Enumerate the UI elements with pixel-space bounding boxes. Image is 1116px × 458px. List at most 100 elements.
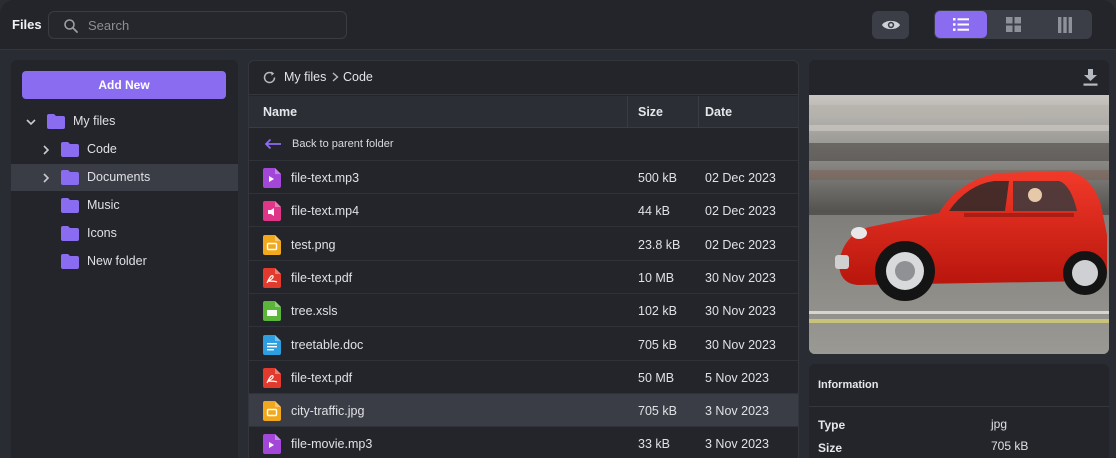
columns-icon (1058, 16, 1072, 33)
preview-panel (809, 60, 1109, 354)
table-row[interactable]: file-movie.mp3 33 kB 3 Nov 2023 (249, 427, 798, 458)
file-name: file-text.pdf (291, 370, 353, 385)
image-file-icon (263, 234, 281, 255)
info-key-type: Type (818, 418, 846, 432)
file-list-panel: My files Code Name Size Date Back to par… (248, 60, 799, 458)
folder-icon (61, 254, 79, 269)
table-row[interactable]: file-text.pdf 10 MB 30 Nov 2023 (249, 261, 798, 294)
column-divider[interactable] (698, 96, 699, 128)
breadcrumb: My files Code (249, 61, 798, 95)
table-header: Name Size Date (249, 96, 798, 128)
file-date: 02 Dec 2023 (705, 171, 776, 185)
chevron-down-icon[interactable] (25, 116, 37, 128)
information-panel: Information Type jpg Size 705 kB (809, 364, 1109, 458)
tree-item-my-files[interactable]: My files (11, 108, 238, 135)
file-size: 23.8 kB (638, 237, 681, 252)
breadcrumb-item-code[interactable]: Code (343, 70, 373, 84)
file-name: file-movie.mp3 (291, 437, 373, 452)
folder-icon (47, 114, 65, 129)
file-size: 705 kB (638, 337, 677, 352)
sidebar: Add New My files Code Documents Music Ic… (11, 60, 238, 458)
file-size: 50 MB (638, 370, 675, 385)
column-header-date[interactable]: Date (705, 105, 732, 119)
pdf-file-icon (263, 367, 281, 388)
back-to-parent-row[interactable]: Back to parent folder (249, 128, 798, 161)
arrow-left-icon (264, 138, 281, 150)
file-date: 30 Nov 2023 (705, 270, 776, 285)
audio-file-icon (263, 168, 281, 188)
back-to-parent-label: Back to parent folder (292, 138, 394, 150)
table-row[interactable]: treetable.doc 705 kB 30 Nov 2023 (249, 328, 798, 361)
tree-item-label: New folder (87, 254, 147, 268)
table-row[interactable]: test.png 23.8 kB 02 Dec 2023 (249, 228, 798, 261)
tree-item-icons[interactable]: Icons (11, 220, 238, 247)
file-name: city-traffic.jpg (291, 404, 365, 419)
tree-item-label: My files (73, 114, 116, 128)
information-title: Information (818, 379, 879, 391)
folder-icon (61, 170, 79, 185)
column-header-name[interactable]: Name (263, 105, 297, 119)
file-date: 30 Nov 2023 (705, 304, 776, 319)
chevron-right-icon[interactable] (40, 172, 52, 184)
file-size: 705 kB (638, 404, 677, 419)
breadcrumb-item-my-files[interactable]: My files (284, 70, 326, 84)
image-file-icon (263, 401, 281, 422)
file-name: treetable.doc (291, 337, 364, 352)
file-size: 33 kB (638, 437, 670, 452)
file-date: 02 Dec 2023 (705, 237, 776, 252)
pdf-file-icon (263, 267, 281, 288)
file-name: file-text.pdf (291, 270, 353, 285)
refresh-icon[interactable] (262, 70, 277, 85)
file-date: 3 Nov 2023 (705, 437, 769, 452)
search-icon (64, 19, 78, 33)
file-size: 10 MB (638, 270, 675, 285)
table-row[interactable]: file-text.mp3 500 kB 02 Dec 2023 (249, 161, 798, 194)
eye-icon (881, 20, 900, 30)
file-name: file-text.mp4 (291, 204, 360, 219)
folder-icon (61, 226, 79, 241)
list-view-button[interactable] (935, 11, 987, 38)
tree-item-label: Music (87, 198, 120, 212)
column-header-size[interactable]: Size (638, 105, 663, 119)
tree-item-documents[interactable]: Documents (11, 164, 238, 191)
file-size: 500 kB (638, 171, 677, 185)
view-switcher (934, 10, 1092, 39)
tree-item-label: Icons (87, 226, 117, 240)
file-name: test.png (291, 237, 336, 252)
spreadsheet-file-icon (263, 301, 281, 322)
file-size: 102 kB (638, 304, 677, 319)
document-file-icon (263, 334, 281, 355)
folder-icon (61, 198, 79, 213)
audio-file-icon (263, 434, 281, 455)
file-name: file-text.mp3 (291, 171, 360, 185)
download-icon[interactable] (1083, 69, 1098, 86)
column-divider[interactable] (627, 96, 628, 128)
tree-item-music[interactable]: Music (11, 192, 238, 219)
search-input[interactable] (88, 12, 338, 38)
file-name: tree.xsls (291, 304, 338, 319)
table-row[interactable]: file-text.mp4 44 kB 02 Dec 2023 (249, 194, 798, 228)
info-value-type: jpg (991, 417, 1008, 431)
info-value-size: 705 kB (991, 439, 1029, 453)
folder-icon (61, 142, 79, 157)
grid-view-button[interactable] (987, 11, 1039, 38)
table-row[interactable]: city-traffic.jpg 705 kB 3 Nov 2023 (249, 394, 798, 428)
tree-item-new-folder[interactable]: New folder (11, 248, 238, 275)
tree-item-label: Code (87, 142, 117, 156)
file-size: 44 kB (638, 204, 670, 219)
file-date: 30 Nov 2023 (705, 337, 776, 352)
search-box[interactable] (48, 11, 347, 39)
add-new-button[interactable]: Add New (22, 71, 226, 99)
table-row[interactable]: tree.xsls 102 kB 30 Nov 2023 (249, 294, 798, 328)
divider (809, 406, 1109, 407)
file-date: 3 Nov 2023 (705, 404, 769, 419)
columns-view-button[interactable] (1039, 11, 1091, 38)
chevron-right-icon (332, 72, 339, 82)
grid-icon (1005, 17, 1021, 32)
chevron-right-icon[interactable] (40, 144, 52, 156)
preview-toggle-button[interactable] (872, 11, 909, 39)
list-icon (953, 18, 969, 31)
info-key-size: Size (818, 441, 843, 455)
table-row[interactable]: file-text.pdf 50 MB 5 Nov 2023 (249, 361, 798, 394)
tree-item-code[interactable]: Code (11, 136, 238, 163)
